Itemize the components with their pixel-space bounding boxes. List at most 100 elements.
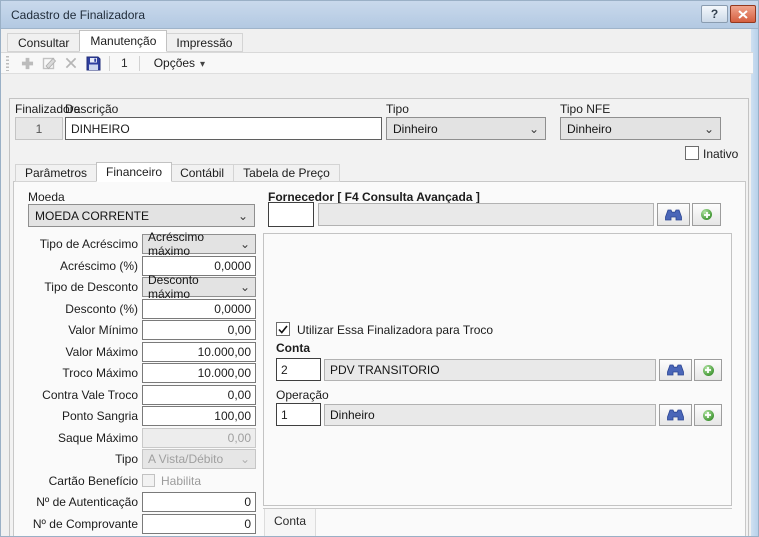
- valor-maximo-input[interactable]: 10.000,00: [142, 342, 256, 362]
- sub-tabstrip: Parâmetros Financeiro Contábil Tabela de…: [15, 162, 340, 182]
- field-row: Tipo A Vista/Débito: [21, 449, 258, 469]
- tab-conta-bottom[interactable]: Conta: [264, 509, 316, 537]
- field-row: Nº de Comprovante 0: [21, 514, 258, 534]
- tab-manutencao[interactable]: Manutenção: [79, 30, 167, 52]
- help-label: ?: [711, 7, 718, 21]
- help-button[interactable]: ?: [701, 5, 728, 23]
- fornecedor-code-input[interactable]: [268, 202, 314, 227]
- field-row: Valor Mínimo 0,00: [21, 320, 258, 340]
- saque-maximo-input: 0,00: [142, 428, 256, 448]
- field-label: Valor Máximo: [21, 345, 142, 359]
- operacao-label: Operação: [276, 388, 329, 402]
- check-icon: [278, 325, 288, 334]
- desconto-input[interactable]: 0,0000: [142, 299, 256, 319]
- operacao-code-input[interactable]: 1: [276, 403, 321, 426]
- close-button[interactable]: [730, 5, 756, 23]
- toolbar-separator: [139, 56, 140, 71]
- operacao-add-button[interactable]: [694, 404, 722, 426]
- troco-maximo-input[interactable]: 10.000,00: [142, 363, 256, 383]
- window-frame-right: [751, 29, 758, 537]
- save-icon: [86, 56, 101, 71]
- delete-icon: [65, 57, 77, 69]
- add-item-icon: [703, 365, 714, 376]
- tab-impressao[interactable]: Impressão: [166, 33, 243, 52]
- descricao-value: DINHEIRO: [71, 122, 130, 136]
- num-comprovante-input[interactable]: 0: [142, 514, 256, 534]
- chevron-down-icon: [240, 237, 250, 251]
- fornecedor-search-button[interactable]: [657, 203, 690, 226]
- chevron-down-icon: [200, 56, 205, 70]
- moeda-label: Moeda: [28, 190, 65, 204]
- field-value: 100,00: [214, 409, 251, 423]
- add-record-button[interactable]: [16, 53, 38, 73]
- bottom-tabstrip-line: [263, 508, 732, 509]
- field-label: Cartão Benefício: [21, 474, 142, 488]
- field-row: Troco Máximo 10.000,00: [21, 363, 258, 383]
- conta-code-value: 2: [281, 363, 288, 377]
- field-row: Ponto Sangria 100,00: [21, 406, 258, 426]
- options-button[interactable]: Opções: [145, 53, 214, 73]
- field-label: Contra Vale Troco: [21, 388, 142, 402]
- valor-minimo-input[interactable]: 0,00: [142, 320, 256, 340]
- tipo-vista-select: A Vista/Débito: [142, 449, 256, 469]
- edit-record-button[interactable]: [38, 53, 60, 73]
- record-number: 1: [115, 56, 134, 70]
- tipo-nfe-select[interactable]: Dinheiro: [560, 117, 721, 140]
- field-value: A Vista/Débito: [148, 452, 223, 466]
- tab-financeiro[interactable]: Financeiro: [96, 162, 172, 182]
- field-value: Desconto máximo: [148, 273, 240, 301]
- tab-parametros[interactable]: Parâmetros: [15, 164, 97, 182]
- save-button[interactable]: [82, 53, 104, 73]
- field-value: 0,0000: [214, 259, 251, 273]
- financeiro-left-fields: Tipo de Acréscimo Acréscimo máximo Acrés…: [21, 234, 258, 535]
- fornecedor-add-button[interactable]: [692, 203, 721, 226]
- field-value: 0: [244, 495, 251, 509]
- cartao-beneficio-checkbox: [142, 474, 155, 487]
- operacao-search-button[interactable]: [659, 404, 692, 426]
- moeda-select[interactable]: MOEDA CORRENTE: [28, 204, 255, 227]
- field-value: Acréscimo máximo: [148, 230, 240, 258]
- field-label: Tipo: [21, 452, 142, 466]
- binoculars-icon: [667, 409, 684, 421]
- ponto-sangria-input[interactable]: 100,00: [142, 406, 256, 426]
- tab-tabela-de-preco[interactable]: Tabela de Preço: [234, 164, 340, 182]
- field-value: 10.000,00: [198, 345, 251, 359]
- binoculars-icon: [667, 364, 684, 376]
- field-row: Cartão Benefício Habilita: [21, 471, 258, 491]
- tab-conta-label: Conta: [274, 514, 306, 528]
- tab-contabil[interactable]: Contábil: [171, 164, 234, 182]
- tipo-desconto-select[interactable]: Desconto máximo: [142, 277, 256, 297]
- habilita-label: Habilita: [161, 474, 201, 488]
- conta-code-input[interactable]: 2: [276, 358, 321, 381]
- toolbar-grip-handle[interactable]: [6, 56, 9, 71]
- conta-name-value: PDV TRANSITORIO: [330, 363, 440, 377]
- inativo-checkbox[interactable]: [685, 146, 699, 160]
- num-autenticacao-input[interactable]: 0: [142, 492, 256, 512]
- tipo-select[interactable]: Dinheiro: [386, 117, 546, 140]
- operacao-name-field: Dinheiro: [324, 404, 656, 426]
- field-label: Nº de Comprovante: [21, 517, 142, 531]
- field-row: Nº de Autenticação 0: [21, 492, 258, 512]
- troco-checkbox[interactable]: [276, 322, 290, 336]
- tab-consultar[interactable]: Consultar: [7, 33, 80, 52]
- field-label: Valor Mínimo: [21, 323, 142, 337]
- close-icon: [738, 10, 748, 19]
- toolbar-separator: [109, 56, 110, 71]
- delete-record-button[interactable]: [60, 53, 82, 73]
- tipo-acrescimo-select[interactable]: Acréscimo máximo: [142, 234, 256, 254]
- chevron-down-icon: [704, 122, 714, 136]
- contra-vale-troco-input[interactable]: 0,00: [142, 385, 256, 405]
- conta-add-button[interactable]: [694, 359, 722, 381]
- field-label: Troco Máximo: [21, 366, 142, 380]
- field-label: Saque Máximo: [21, 431, 142, 445]
- add-icon: [21, 57, 34, 70]
- descricao-label: Descrição: [65, 102, 118, 116]
- conta-search-button[interactable]: [659, 359, 692, 381]
- field-value: 0,0000: [214, 302, 251, 316]
- field-value: 0,00: [228, 431, 251, 445]
- field-row: Saque Máximo 0,00: [21, 428, 258, 448]
- app-window: Cadastro de Finalizadora ? Consultar Man…: [0, 0, 759, 537]
- tipo-nfe-label: Tipo NFE: [560, 102, 610, 116]
- tipo-value: Dinheiro: [393, 122, 438, 136]
- descricao-input[interactable]: DINHEIRO: [65, 117, 382, 140]
